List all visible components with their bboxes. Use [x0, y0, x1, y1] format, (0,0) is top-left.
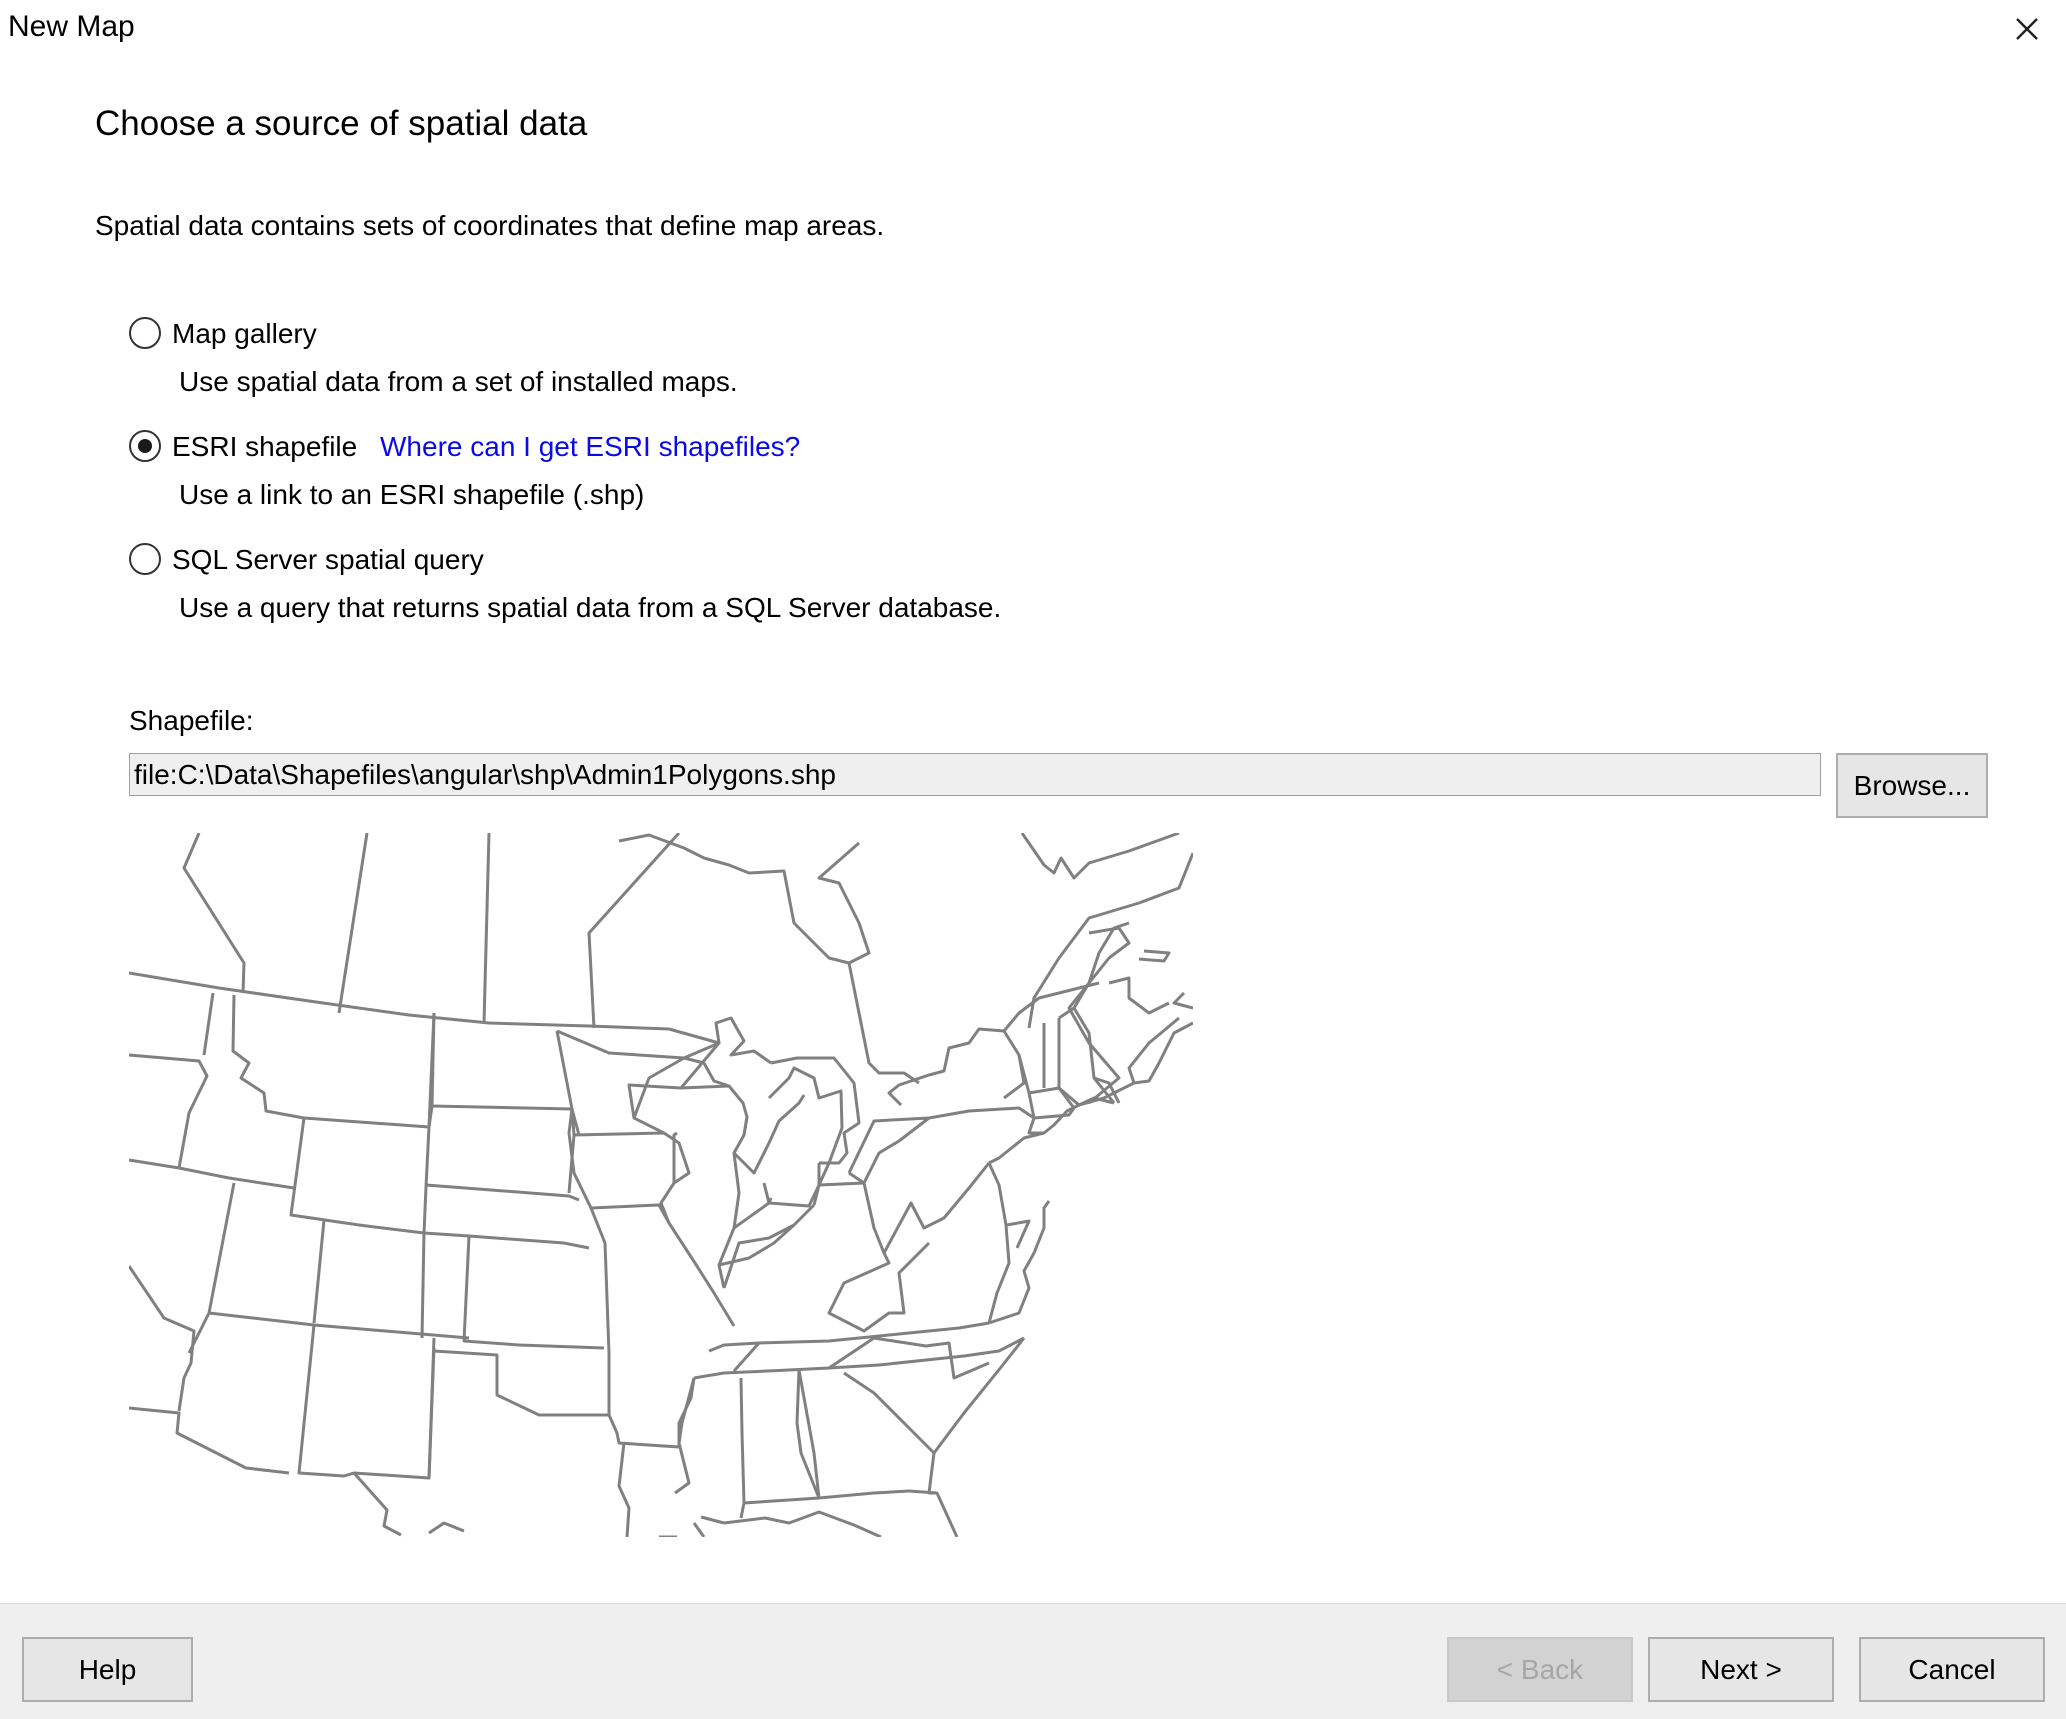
map-coast-line — [1172, 991, 1193, 1010]
map-state-line — [1017, 1054, 1076, 1120]
back-button[interactable]: < Back — [1447, 1637, 1633, 1702]
shapefile-label: Shapefile: — [129, 705, 254, 736]
map-state-line — [303, 1012, 436, 1129]
map-coast-line — [1027, 852, 1193, 1029]
map-state-line — [743, 1496, 820, 1505]
map-state-line — [770, 1056, 861, 1165]
map-state-line — [732, 1342, 761, 1372]
close-icon — [2016, 18, 2038, 40]
map-state-line — [862, 1162, 991, 1255]
map-state-line — [700, 1515, 725, 1525]
map-state-line — [297, 1324, 436, 1480]
option-sql-server-description: Use a query that returns spatial data fr… — [179, 592, 1002, 623]
map-state-line — [289, 1117, 425, 1235]
map-state-line — [702, 1062, 730, 1088]
map-state-line — [433, 1349, 611, 1417]
help-button[interactable]: Help — [22, 1637, 193, 1702]
map-coast-line — [1138, 949, 1171, 963]
option-map-gallery-label[interactable]: Map gallery — [172, 318, 317, 350]
option-esri-shapefile-description: Use a link to an ESRI shapefile (.shp) — [179, 479, 645, 510]
map-province-line — [182, 833, 246, 994]
map-state-line — [827, 1241, 931, 1333]
option-esri-shapefile-label[interactable]: ESRI shapefile — [172, 431, 357, 463]
map-state-line — [632, 1016, 772, 1119]
map-state-line — [887, 1027, 1026, 1107]
map-state-line — [312, 1219, 326, 1324]
page-heading: Choose a source of spatial data — [95, 104, 588, 143]
map-state-line — [828, 1336, 875, 1370]
intro-text: Spatial data contains sets of coordinate… — [95, 210, 885, 241]
map-state-line — [928, 1106, 1044, 1135]
map-state-line — [1006, 1219, 1031, 1249]
radio-sql-server-query[interactable] — [129, 543, 161, 575]
map-state-line — [423, 1231, 590, 1250]
map-state-line — [988, 1200, 1051, 1325]
map-state-line — [692, 1522, 706, 1537]
browse-button[interactable]: Browse... — [1836, 753, 1988, 818]
map-coast-line — [1108, 976, 1170, 1015]
option-map-gallery-description: Use spatial data from a set of installed… — [179, 366, 738, 397]
map-province-line — [587, 833, 681, 1029]
map-state-line — [352, 1472, 402, 1537]
map-state-line — [723, 1510, 882, 1537]
map-state-line — [927, 1452, 959, 1537]
map-province-line — [337, 833, 369, 1014]
map-state-line — [1028, 1086, 1076, 1109]
cancel-button[interactable]: Cancel — [1859, 1637, 2045, 1702]
map-state-line — [422, 1012, 436, 1234]
map-state-line — [590, 1203, 736, 1327]
map-province-line — [482, 833, 491, 1024]
option-sql-server-label[interactable]: SQL Server spatial query — [172, 544, 484, 576]
map-coast-line — [1127, 1016, 1193, 1085]
map-state-line — [187, 1182, 236, 1354]
next-button[interactable]: Next > — [1648, 1637, 1834, 1702]
map-state-line — [680, 1084, 806, 1175]
map-state-line — [425, 1183, 580, 1202]
map-state-line — [739, 1377, 746, 1519]
map-state-line — [231, 994, 305, 1120]
radio-esri-shapefile[interactable] — [129, 430, 161, 462]
shapefile-path-input[interactable] — [129, 753, 1821, 796]
map-state-line — [129, 1265, 196, 1412]
window-title: New Map — [8, 10, 135, 43]
map-state-line — [848, 1171, 865, 1185]
map-preview — [129, 833, 1193, 1537]
close-button[interactable] — [2000, 4, 2054, 54]
map-state-line — [129, 1406, 290, 1475]
map-state-line — [208, 1311, 470, 1340]
map-state-line — [627, 1027, 721, 1135]
map-state-line — [431, 1104, 581, 1136]
map-state-line — [428, 1521, 465, 1535]
esri-shapefiles-help-link[interactable]: Where can I get ESRI shapefiles? — [380, 431, 800, 463]
map-state-line — [202, 992, 215, 1056]
map-state-line — [129, 1053, 209, 1169]
map-coast-line — [1020, 833, 1180, 880]
map-state-line — [129, 1158, 295, 1190]
map-state-line — [462, 1235, 605, 1350]
radio-map-gallery[interactable] — [129, 317, 161, 349]
map-state-line — [708, 1321, 990, 1353]
map-state-line — [843, 1337, 1026, 1455]
map-state-line — [762, 1182, 771, 1204]
map-state-line — [717, 1152, 741, 1289]
map-state-line — [742, 1116, 749, 1136]
map-state-line — [847, 1116, 931, 1184]
map-province-line — [847, 962, 920, 1085]
map-state-line — [567, 1108, 611, 1354]
map-state-line — [427, 1337, 436, 1479]
map-state-line — [617, 1442, 631, 1537]
map-state-line — [420, 1232, 426, 1339]
map-state-line — [733, 1197, 773, 1230]
map-province-line — [618, 833, 871, 965]
map-state-line — [987, 1162, 1011, 1324]
